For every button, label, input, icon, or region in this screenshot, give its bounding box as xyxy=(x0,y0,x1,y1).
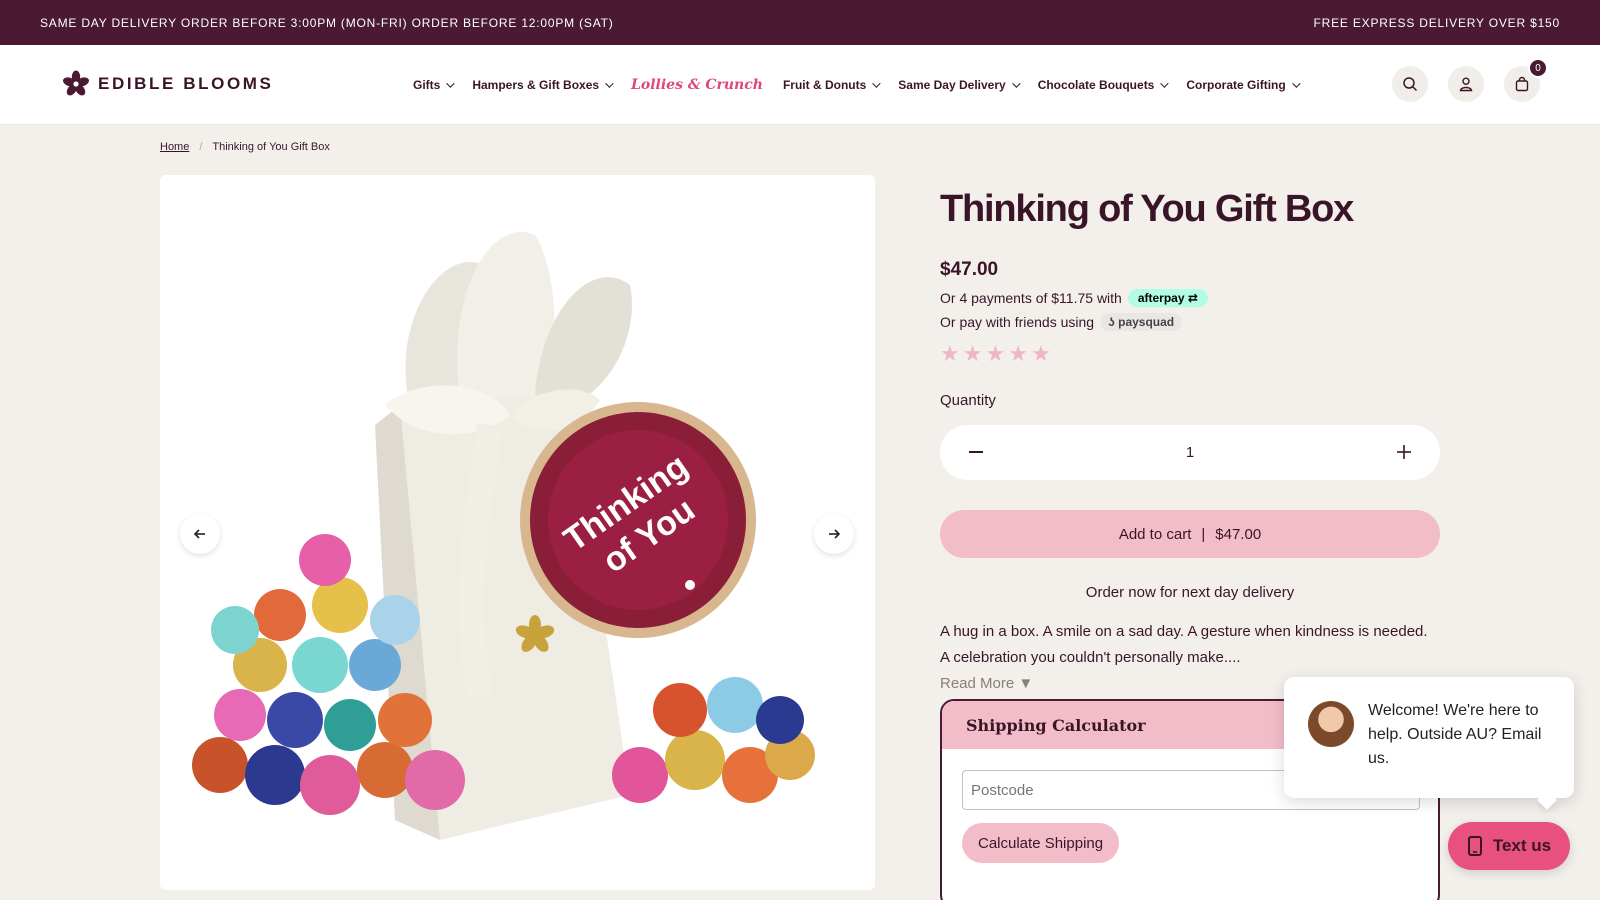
nav-chocolate-bouquets[interactable]: Chocolate Bouquets xyxy=(1037,78,1170,92)
afterpay-text: Or 4 payments of $11.75 with xyxy=(940,290,1122,306)
star-icon: ★ xyxy=(962,341,983,366)
breadcrumb-separator: / xyxy=(199,141,203,153)
paysquad-line: Or pay with friends using ʖ paysquad xyxy=(940,313,1183,331)
product-image-gallery: Thinking of You xyxy=(160,175,875,890)
star-icon: ★ xyxy=(985,341,1006,366)
add-to-cart-price: $47.00 xyxy=(1215,525,1262,543)
chevron-down-icon xyxy=(1160,79,1170,88)
afterpay-brand: afterpay xyxy=(1137,291,1185,305)
add-to-cart-button[interactable]: Add to cart | $47.00 xyxy=(940,510,1440,558)
announcement-right: FREE EXPRESS DELIVERY OVER $150 xyxy=(1313,15,1560,30)
shopping-bag-icon xyxy=(1515,76,1529,92)
quantity-value[interactable]: 1 xyxy=(1186,444,1194,461)
nav-label: Fruit & Donuts xyxy=(782,78,867,92)
calculate-shipping-button[interactable]: Calculate Shipping xyxy=(962,823,1120,863)
agent-avatar xyxy=(1308,701,1354,747)
chat-welcome-bubble[interactable]: Welcome! We're here to help. Outside AU?… xyxy=(1284,677,1574,798)
paysquad-logo-icon: ʖ xyxy=(1108,315,1115,329)
arrow-right-icon xyxy=(829,529,841,539)
announcement-bar: SAME DAY DELIVERY ORDER BEFORE 3:00PM (M… xyxy=(0,0,1600,45)
cart-button[interactable]: 0 xyxy=(1504,58,1548,102)
phone-icon xyxy=(1467,836,1482,856)
flower-logo-icon xyxy=(63,70,89,96)
search-button[interactable] xyxy=(1392,66,1428,102)
nav-label: Corporate Gifting xyxy=(1186,78,1286,92)
minus-icon xyxy=(969,450,983,453)
arrow-left-icon xyxy=(193,529,205,539)
main-nav: Gifts Hampers & Gift Boxes Lollies & Cru… xyxy=(413,45,1318,125)
product-image: Thinking of You xyxy=(192,231,815,840)
announcement-left: SAME DAY DELIVERY ORDER BEFORE 3:00PM (M… xyxy=(40,15,614,30)
plus-icon xyxy=(1397,444,1411,459)
afterpay-loop-icon: ⇄ xyxy=(1187,291,1198,305)
previous-image-button[interactable] xyxy=(180,514,220,554)
chevron-down-icon xyxy=(605,79,614,88)
chevron-down-icon xyxy=(1291,79,1301,88)
breadcrumb: Home / Thinking of You Gift Box xyxy=(160,141,330,153)
read-more-link[interactable]: Read More ▼ xyxy=(940,675,1033,692)
chevron-down-icon xyxy=(446,79,456,88)
star-icon: ★ xyxy=(940,341,960,366)
text-us-label: Text us xyxy=(1492,836,1552,855)
logo-text: EDIBLE BLOOMS xyxy=(98,74,274,93)
site-header: EDIBLE BLOOMS Gifts Hampers & Gift Boxes… xyxy=(0,45,1600,125)
chevron-down-icon xyxy=(872,79,881,88)
afterpay-badge[interactable]: afterpay ⇄ xyxy=(1127,289,1208,307)
add-to-cart-label: Add to cart xyxy=(1118,525,1192,543)
paysquad-brand: paysquad xyxy=(1118,315,1175,329)
nav-label: Chocolate Bouquets xyxy=(1037,78,1155,92)
breadcrumb-current: Thinking of You Gift Box xyxy=(212,141,330,153)
paysquad-text: Or pay with friends using xyxy=(940,314,1095,330)
rating-stars[interactable]: ★ ★ ★ ★ ★ xyxy=(940,343,1051,365)
breadcrumb-home[interactable]: Home xyxy=(160,141,189,153)
nav-same-day[interactable]: Same Day Delivery xyxy=(898,78,1021,92)
star-icon: ★ xyxy=(1008,341,1028,366)
nav-label: Same Day Delivery xyxy=(898,78,1006,92)
product-price: $47.00 xyxy=(940,259,999,280)
cart-count-badge: 0 xyxy=(1528,58,1548,78)
chat-message: Welcome! We're here to help. Outside AU?… xyxy=(1368,702,1542,767)
quantity-increase-button[interactable] xyxy=(1396,441,1412,465)
nav-fruit-donuts[interactable]: Fruit & Donuts xyxy=(782,78,881,92)
paysquad-badge[interactable]: ʖ paysquad xyxy=(1100,313,1183,331)
text-us-button[interactable]: Text us xyxy=(1448,822,1570,870)
product-description: A hug in a box. A smile on a sad day. A … xyxy=(940,623,1428,666)
nav-hampers[interactable]: Hampers & Gift Boxes xyxy=(472,78,614,92)
search-icon xyxy=(1403,77,1418,92)
nav-label: Gifts xyxy=(413,78,441,92)
nav-lollies-crunch[interactable]: Lollies & Crunch xyxy=(631,77,763,93)
add-to-cart-separator: | xyxy=(1201,525,1206,543)
user-icon xyxy=(1459,77,1473,92)
next-image-button[interactable] xyxy=(814,514,854,554)
product-title: Thinking of You Gift Box xyxy=(940,188,1354,230)
nav-gifts[interactable]: Gifts xyxy=(413,78,456,92)
delivery-note: Order now for next day delivery xyxy=(1085,584,1295,601)
chevron-down-icon xyxy=(1011,79,1021,88)
account-button[interactable] xyxy=(1448,66,1484,102)
logo[interactable]: EDIBLE BLOOMS xyxy=(62,70,273,98)
quantity-label: Quantity xyxy=(940,392,996,409)
quantity-decrease-button[interactable] xyxy=(968,441,984,465)
quantity-stepper: 1 xyxy=(940,425,1440,480)
afterpay-line: Or 4 payments of $11.75 with afterpay ⇄ xyxy=(940,289,1208,307)
star-icon: ★ xyxy=(1030,341,1051,366)
nav-corporate[interactable]: Corporate Gifting xyxy=(1186,78,1301,92)
nav-label: Hampers & Gift Boxes xyxy=(472,78,600,92)
